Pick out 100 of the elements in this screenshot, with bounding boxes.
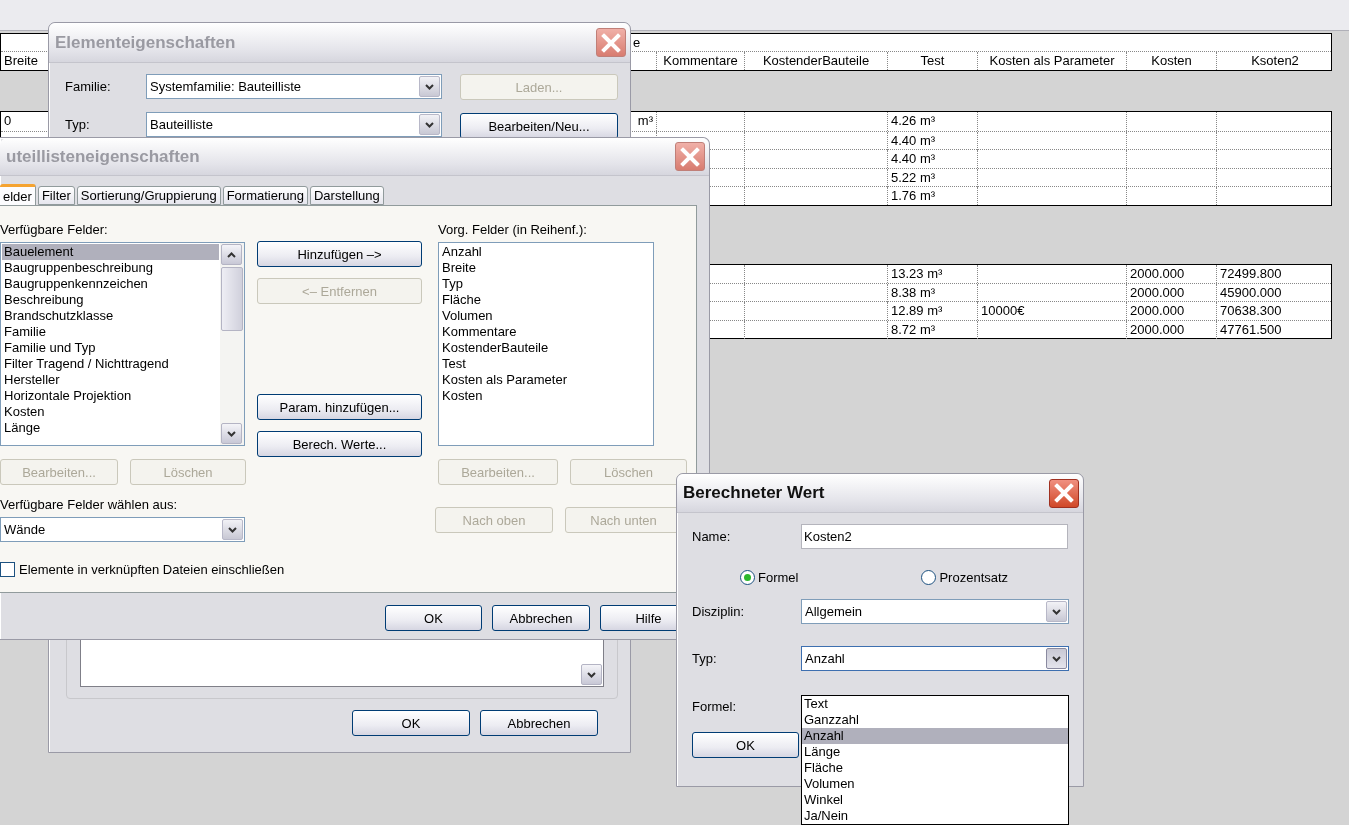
table-cell: 12.89 m³ bbox=[887, 302, 977, 321]
chevron-down-icon bbox=[425, 83, 434, 90]
name-field[interactable]: Kosten2 bbox=[801, 524, 1068, 549]
table-cell: 10000€ bbox=[977, 302, 1126, 321]
list-item[interactable]: Kosten bbox=[2, 404, 219, 420]
checkbox-label: Elemente in verknüpften Dateien einschließen bbox=[19, 562, 285, 577]
field-label: Typ: bbox=[692, 651, 717, 666]
list-item[interactable]: Beschreibung bbox=[2, 292, 219, 308]
radio-button[interactable] bbox=[740, 569, 755, 585]
list-box[interactable]: Bauelement Baugruppenbeschreibung Baugruppenkennzeichen Beschreibung Brandschutzklasse Familie Familie und Typ Filter Tragend / Nichttragend Hersteller Horizontale Projektion Kosten Länge bbox=[0, 242, 245, 446]
dropdown-field[interactable]: Anzahl bbox=[801, 646, 1069, 671]
field-label: Familie: bbox=[65, 79, 111, 94]
window-title: Elementeigenschaften bbox=[55, 32, 236, 53]
radio-label: Prozentsatz bbox=[939, 569, 1009, 585]
list-item[interactable]: Bauelement bbox=[2, 244, 219, 260]
list-item[interactable]: Brandschutzklasse bbox=[2, 308, 219, 324]
list-item[interactable]: Kommentare bbox=[440, 324, 652, 340]
button[interactable]: Berech. Werte... bbox=[257, 431, 422, 457]
close-button[interactable] bbox=[596, 28, 626, 57]
table-cell: 4.40 m³ bbox=[887, 150, 977, 169]
table-cell: 13.23 m³ bbox=[887, 264, 977, 284]
schedule-title: e bbox=[633, 34, 641, 51]
scroll-down-button[interactable] bbox=[581, 664, 602, 685]
table-cell: 2000.000 bbox=[1126, 320, 1216, 339]
close-button[interactable] bbox=[675, 142, 705, 171]
column-header: Ksoten2 bbox=[1216, 52, 1333, 70]
list-item[interactable]: Horizontale Projektion bbox=[2, 388, 219, 404]
checkbox[interactable] bbox=[0, 562, 15, 577]
list-item[interactable]: Fläche bbox=[440, 292, 652, 308]
list-item[interactable]: Anzahl bbox=[440, 244, 652, 260]
radio-label: Formel bbox=[758, 569, 799, 585]
table-cell-text: 0 bbox=[3, 112, 13, 130]
button[interactable]: Abbrechen bbox=[492, 605, 590, 631]
chevron-down-icon bbox=[587, 671, 596, 678]
tab[interactable]: Filter bbox=[37, 186, 75, 205]
tab[interactable]: Sortierung/Gruppierung bbox=[76, 186, 221, 205]
list-item[interactable]: Filter Tragend / Nichttragend bbox=[2, 356, 219, 372]
list-item[interactable]: Familie bbox=[2, 324, 219, 340]
field-label: Verfügbare Felder wählen aus: bbox=[0, 497, 179, 512]
list-item[interactable]: Kosten als Parameter bbox=[440, 372, 652, 388]
table-cell: 70638.300 bbox=[1216, 302, 1333, 321]
dropdown-field[interactable]: Bauteilliste bbox=[146, 112, 442, 137]
column-header: Kommentare bbox=[656, 52, 744, 70]
window-title: Berechneter Wert bbox=[683, 483, 825, 503]
field-label: Typ: bbox=[65, 117, 90, 132]
radio-button[interactable] bbox=[921, 569, 937, 585]
tab[interactable]: elder bbox=[0, 184, 36, 205]
button[interactable]: OK bbox=[692, 732, 799, 758]
chevron-down-icon bbox=[425, 121, 434, 128]
chevron-down-icon bbox=[1052, 608, 1061, 615]
close-icon bbox=[680, 146, 700, 167]
close-icon bbox=[601, 32, 621, 53]
list-item[interactable]: Typ bbox=[440, 276, 652, 292]
list-item[interactable]: Test bbox=[440, 356, 652, 372]
table-cell: 5.22 m³ bbox=[887, 168, 977, 187]
column-header: Breite bbox=[3, 52, 39, 70]
list-item[interactable]: Familie und Typ bbox=[2, 340, 219, 356]
table-cell: 2000.000 bbox=[1126, 284, 1216, 303]
list-item[interactable]: KostenderBauteile bbox=[440, 340, 652, 356]
list-item[interactable]: Baugruppenkennzeichen bbox=[2, 276, 219, 292]
chevron-up-icon bbox=[227, 251, 236, 258]
column-header: KostenderBauteile bbox=[744, 52, 887, 70]
button[interactable]: Hinzufügen –> bbox=[257, 241, 422, 267]
chevron-down-icon bbox=[228, 526, 237, 533]
chevron-down-icon bbox=[227, 430, 236, 437]
dropdown-option[interactable]: Anzahl bbox=[802, 728, 1068, 744]
table-cell: 2000.000 bbox=[1126, 302, 1216, 321]
table-cell: 4.40 m³ bbox=[887, 131, 977, 150]
list-item[interactable]: Hersteller bbox=[2, 372, 219, 388]
dropdown-field[interactable]: Wände bbox=[0, 517, 245, 542]
chevron-down-icon bbox=[1052, 655, 1061, 662]
list-label: Verfügbare Felder: bbox=[0, 222, 109, 237]
button[interactable]: OK bbox=[352, 710, 470, 736]
close-icon bbox=[1054, 483, 1074, 503]
button[interactable]: Abbrechen bbox=[480, 710, 598, 736]
list-label: Vorg. Felder (in Reihenf.): bbox=[438, 222, 588, 237]
scrollbar[interactable] bbox=[220, 243, 244, 445]
table-cell: 45900.000 bbox=[1216, 284, 1333, 303]
list-box[interactable]: Anzahl Breite Typ Fläche Volumen Kommentare KostenderBauteile Test Kosten als Parameter Kosten bbox=[438, 242, 654, 446]
tab[interactable]: Darstellung bbox=[310, 186, 384, 205]
close-button[interactable] bbox=[1049, 478, 1079, 508]
list-item[interactable]: Baugruppenbeschreibung bbox=[2, 260, 219, 276]
list-item[interactable]: Breite bbox=[440, 260, 652, 276]
column-header: Kosten als Parameter bbox=[977, 52, 1126, 70]
dropdown-field[interactable]: Allgemein bbox=[801, 599, 1069, 624]
list-item[interactable]: Länge bbox=[2, 420, 219, 436]
table-cell: 47761.500 bbox=[1216, 320, 1333, 339]
table-cell: 2000.000 bbox=[1126, 264, 1216, 284]
table-cell: 72499.800 bbox=[1216, 264, 1333, 284]
list-item[interactable]: Kosten bbox=[440, 388, 652, 404]
button[interactable]: Param. hinzufügen... bbox=[257, 394, 422, 420]
field-label: Name: bbox=[692, 529, 731, 544]
button[interactable]: Bearbeiten/Neu... bbox=[460, 113, 618, 139]
button[interactable]: OK bbox=[385, 605, 482, 631]
tab[interactable]: Formatierung bbox=[222, 186, 308, 205]
list-item[interactable]: Volumen bbox=[440, 308, 652, 324]
dropdown-field[interactable]: Systemfamilie: Bauteilliste bbox=[146, 74, 442, 99]
table-cell: 8.38 m³ bbox=[887, 284, 977, 303]
field-label: Formel: bbox=[692, 699, 737, 714]
table-cell: 1.76 m³ bbox=[887, 187, 977, 206]
